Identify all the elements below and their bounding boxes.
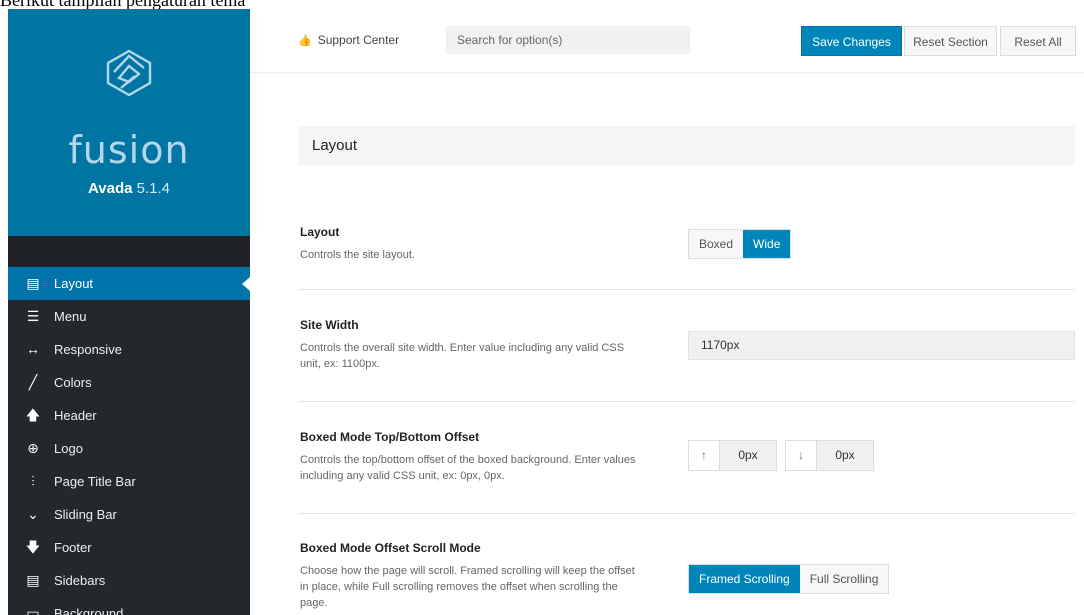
option-scroll-mode: Boxed Mode Offset Scroll Mode Choose how… (298, 514, 1075, 615)
scroll-mode-toggle: Framed Scrolling Full Scrolling (688, 564, 890, 594)
option-description: Controls the overall site width. Enter v… (300, 342, 625, 370)
option-description: Controls the top/bottom offset of the bo… (300, 454, 636, 482)
section-title: Layout (298, 126, 1075, 165)
support-center-link[interactable]: 👍 Support Center (298, 26, 399, 54)
arrow-down-icon: 🡇 (25, 539, 41, 555)
sidebar-item-footer[interactable]: 🡇 Footer (8, 531, 250, 564)
page-caption: Berikut tampilan pengaturan tema di Avad… (0, 0, 250, 9)
sidebar-item-label: Header (54, 408, 97, 423)
sidebar-item-logo[interactable]: ⊕ Logo (8, 432, 250, 465)
layout-option-wide[interactable]: Wide (743, 230, 791, 258)
option-boxed-offset: Boxed Mode Top/Bottom Offset Controls th… (298, 402, 1075, 514)
arrow-down-icon: ↓ (786, 441, 817, 470)
scroll-option-full[interactable]: Full Scrolling (799, 565, 889, 593)
sidebars-icon: ▤ (26, 572, 40, 588)
chevron-down-icon: ⌄ (27, 506, 39, 522)
option-label: Boxed Mode Offset Scroll Mode (300, 541, 481, 555)
layout-toggle: Boxed Wide (688, 229, 792, 259)
sidebar-item-label: Footer (54, 540, 92, 555)
option-description: Choose how the page will scroll. Framed … (300, 565, 635, 609)
sidebar-item-label: Page Title Bar (54, 474, 136, 489)
options-sidebar: fusion Avada 5.1.4 ▤ Layout ☰ Menu ↔ Responsi… (8, 9, 250, 615)
sidebar-item-page-title-bar[interactable]: ⫶ Page Title Bar (8, 465, 250, 498)
layout-option-boxed[interactable]: Boxed (689, 230, 744, 258)
reset-all-button[interactable]: Reset All (1000, 26, 1076, 56)
sidebar-item-header[interactable]: 🡅 Header (8, 399, 250, 432)
arrows-horizontal-icon: ↔ (26, 341, 40, 357)
sliders-icon: ⫶ (31, 473, 35, 489)
thumbs-up-icon: 👍 (298, 35, 312, 47)
arrow-up-icon: ↑ (689, 441, 720, 470)
sidebar-separator (8, 236, 250, 267)
sidebar-item-label: Layout (54, 276, 94, 291)
sidebar-item-label: Responsive (54, 342, 122, 357)
top-toolbar: 👍Support Center Save Changes Reset Secti… (250, 0, 1084, 73)
plus-circle-icon: ⊕ (27, 440, 39, 456)
fusion-logo-icon (106, 49, 152, 97)
option-layout: Layout Controls the site layout. Boxed W… (298, 200, 1075, 290)
sidebar-nav: ▤ Layout ☰ Menu ↔ Responsive ╱ Colors 🡅 Header ⊕ Lo… (8, 267, 250, 615)
menu-icon: ☰ (26, 308, 40, 324)
product-version: Avada 5.1.4 (87, 180, 170, 197)
option-label: Layout (300, 225, 340, 239)
option-label: Site Width (300, 318, 359, 332)
sidebar-item-sliding-bar[interactable]: ⌄ Sliding Bar (8, 498, 250, 531)
sidebar-item-colors[interactable]: ╱ Colors (8, 366, 250, 399)
arrow-up-icon: 🡅 (25, 407, 41, 423)
logo-wordmark: fusion (68, 128, 190, 172)
sidebar-item-label: Logo (54, 441, 83, 456)
sidebar-item-responsive[interactable]: ↔ Responsive (8, 333, 250, 366)
sidebar-item-label: Background (54, 606, 124, 615)
option-label: Boxed Mode Top/Bottom Offset (300, 430, 480, 444)
brush-icon: ╱ (28, 374, 38, 390)
offset-top-field[interactable]: ↑ 0px (688, 440, 777, 471)
sidebar-item-label: Menu (54, 309, 87, 324)
scroll-option-framed[interactable]: Framed Scrolling (689, 565, 800, 593)
reset-section-button[interactable]: Reset Section (904, 26, 997, 56)
sidebar-item-menu[interactable]: ☰ Menu (8, 300, 250, 333)
option-description: Controls the site layout. (300, 249, 415, 261)
layout-icon: ▤ (26, 275, 40, 291)
save-changes-button[interactable]: Save Changes (801, 26, 902, 56)
sidebar-item-background[interactable]: ▭ Background (8, 597, 250, 615)
sidebar-item-label: Sliding Bar (54, 507, 117, 522)
sidebar-item-label: Sidebars (54, 573, 106, 588)
sidebar-item-sidebars[interactable]: ▤ Sidebars (8, 564, 250, 597)
offset-bottom-field[interactable]: ↓ 0px (785, 440, 874, 471)
background-icon: ▭ (26, 605, 40, 615)
option-site-width: Site Width Controls the overall site wid… (298, 290, 1075, 402)
site-width-input[interactable]: 1170px (688, 331, 1075, 360)
offset-bottom-value[interactable]: 0px (817, 441, 873, 470)
search-input[interactable] (446, 26, 690, 54)
sidebar-item-label: Colors (54, 375, 92, 390)
sidebar-item-layout[interactable]: ▤ Layout (8, 267, 250, 300)
brand-panel: fusion Avada 5.1.4 (8, 9, 250, 236)
offset-top-value[interactable]: 0px (720, 441, 776, 470)
